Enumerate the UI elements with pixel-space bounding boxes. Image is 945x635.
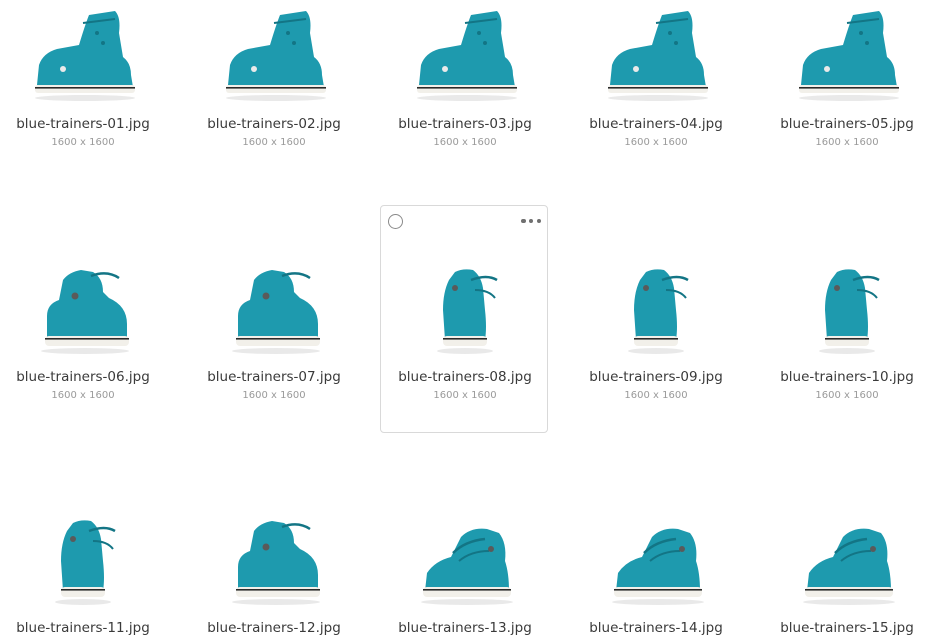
gallery-tile[interactable]: blue-trainers-10.jpg 1600 x 1600 <box>762 205 930 433</box>
shoe-image <box>41 270 129 354</box>
select-circle-icon[interactable] <box>388 214 403 229</box>
file-dimensions: 1600 x 1600 <box>624 390 688 401</box>
file-name: blue-trainers-14.jpg <box>589 620 723 635</box>
file-dimensions: 1600 x 1600 <box>242 137 306 148</box>
file-dimensions: 1600 x 1600 <box>815 137 879 148</box>
shoe-image <box>421 528 513 605</box>
shoe-image <box>819 269 880 354</box>
gallery-tile[interactable]: blue-trainers-15.jpg <box>762 456 930 635</box>
image-gallery-grid: blue-trainers-01.jpg 1600 x 1600 blue-tr… <box>0 0 945 635</box>
shoe-image <box>437 269 498 354</box>
gallery-tile[interactable]: blue-trainers-02.jpg 1600 x 1600 <box>189 0 357 180</box>
shoe-image <box>226 11 326 101</box>
file-name: blue-trainers-02.jpg <box>207 116 341 132</box>
file-dimensions: 1600 x 1600 <box>433 137 497 148</box>
shoe-image <box>55 520 116 605</box>
image-thumbnail[interactable] <box>405 206 525 354</box>
gallery-tile[interactable]: blue-trainers-14.jpg <box>571 456 739 635</box>
file-dimensions: 1600 x 1600 <box>624 137 688 148</box>
file-name: blue-trainers-08.jpg <box>398 369 532 385</box>
image-thumbnail[interactable] <box>787 206 907 354</box>
file-name: blue-trainers-05.jpg <box>780 116 914 132</box>
file-name: blue-trainers-07.jpg <box>207 369 341 385</box>
image-thumbnail[interactable] <box>596 0 716 101</box>
image-thumbnail[interactable] <box>405 0 525 101</box>
gallery-tile-hovered[interactable]: blue-trainers-08.jpg 1600 x 1600 <box>380 205 548 433</box>
shoe-image <box>628 269 689 354</box>
gallery-tile[interactable]: blue-trainers-03.jpg 1600 x 1600 <box>380 0 548 180</box>
image-thumbnail[interactable] <box>787 0 907 101</box>
file-name: blue-trainers-12.jpg <box>207 620 341 635</box>
gallery-tile[interactable]: blue-trainers-06.jpg 1600 x 1600 <box>0 205 166 433</box>
file-name: blue-trainers-11.jpg <box>16 620 150 635</box>
gallery-tile[interactable]: blue-trainers-05.jpg 1600 x 1600 <box>762 0 930 180</box>
shoe-image <box>612 528 704 605</box>
file-name: blue-trainers-04.jpg <box>589 116 723 132</box>
image-thumbnail[interactable] <box>787 457 907 605</box>
file-name: blue-trainers-15.jpg <box>780 620 914 635</box>
image-thumbnail[interactable] <box>214 0 334 101</box>
file-dimensions: 1600 x 1600 <box>815 390 879 401</box>
gallery-tile[interactable]: blue-trainers-09.jpg 1600 x 1600 <box>571 205 739 433</box>
image-thumbnail[interactable] <box>214 206 334 354</box>
shoe-image <box>417 11 517 101</box>
file-name: blue-trainers-09.jpg <box>589 369 723 385</box>
gallery-tile[interactable]: blue-trainers-01.jpg 1600 x 1600 <box>0 0 166 180</box>
gallery-tile[interactable]: blue-trainers-11.jpg <box>0 456 166 635</box>
file-name: blue-trainers-13.jpg <box>398 620 532 635</box>
file-dimensions: 1600 x 1600 <box>242 390 306 401</box>
file-name: blue-trainers-06.jpg <box>16 369 150 385</box>
image-thumbnail[interactable] <box>405 457 525 605</box>
shoe-image <box>35 11 135 101</box>
image-thumbnail[interactable] <box>214 457 334 605</box>
shoe-image <box>803 528 895 605</box>
gallery-tile[interactable]: blue-trainers-04.jpg 1600 x 1600 <box>571 0 739 180</box>
file-name: blue-trainers-10.jpg <box>780 369 914 385</box>
file-dimensions: 1600 x 1600 <box>51 390 115 401</box>
image-thumbnail[interactable] <box>23 457 143 605</box>
shoe-image <box>608 11 708 101</box>
gallery-tile[interactable]: blue-trainers-07.jpg 1600 x 1600 <box>189 205 357 433</box>
shoe-image <box>232 521 320 605</box>
file-name: blue-trainers-01.jpg <box>16 116 150 132</box>
gallery-tile[interactable]: blue-trainers-12.jpg <box>189 456 357 635</box>
image-thumbnail[interactable] <box>23 206 143 354</box>
image-thumbnail[interactable] <box>596 457 716 605</box>
file-dimensions: 1600 x 1600 <box>51 137 115 148</box>
shoe-image <box>232 270 320 354</box>
gallery-tile[interactable]: blue-trainers-13.jpg <box>380 456 548 635</box>
shoe-image <box>799 11 899 101</box>
image-thumbnail[interactable] <box>596 206 716 354</box>
file-name: blue-trainers-03.jpg <box>398 116 532 132</box>
file-dimensions: 1600 x 1600 <box>433 390 497 401</box>
image-thumbnail[interactable] <box>23 0 143 101</box>
